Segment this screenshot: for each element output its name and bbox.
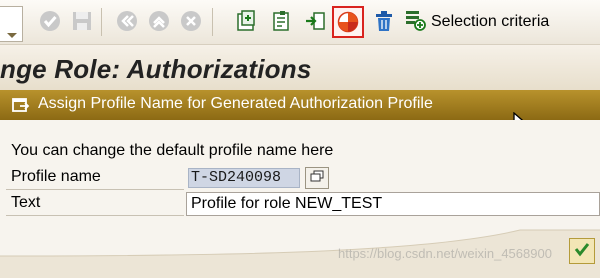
profile-name-field[interactable]: T-SD240098 — [188, 168, 300, 188]
save-icon[interactable] — [69, 7, 95, 35]
selection-criteria-button[interactable]: Selection criteria — [405, 10, 549, 34]
text-field[interactable]: Profile for role NEW_TEST — [186, 192, 600, 216]
dialog-window-icon — [12, 97, 30, 118]
delete-icon[interactable] — [371, 7, 397, 35]
text-row: Text Profile for role NEW_TEST — [0, 192, 600, 216]
check-icon[interactable] — [37, 7, 63, 35]
copy-icon — [310, 169, 324, 187]
dialog-header[interactable]: Assign Profile Name for Generated Author… — [0, 90, 600, 137]
check-icon — [573, 240, 591, 263]
change-node-icon[interactable] — [268, 7, 294, 35]
dialog-title: Assign Profile Name for Generated Author… — [38, 95, 433, 112]
profile-name-label: Profile name — [11, 168, 101, 185]
assign-profile-dialog: Assign Profile Name for Generated Author… — [0, 90, 600, 278]
create-node-icon[interactable] — [233, 7, 259, 35]
watermark-text: https://blog.csdn.net/weixin_4568900 — [338, 246, 552, 261]
menu-tab-icon[interactable] — [0, 6, 23, 42]
page-title: nge Role: Authorizations — [0, 54, 312, 84]
selection-criteria-label: Selection criteria — [431, 13, 550, 30]
dialog-body: You can change the default profile name … — [0, 120, 600, 278]
cancel-icon[interactable] — [178, 7, 204, 35]
text-label: Text — [11, 194, 41, 211]
info-text: You can change the default profile name … — [11, 142, 334, 159]
toolbar: Selection criteria — [0, 0, 600, 44]
exit-icon[interactable] — [146, 7, 172, 35]
copy-button[interactable] — [305, 167, 329, 189]
back-icon[interactable] — [114, 7, 140, 35]
profile-name-row: Profile name T-SD240098 — [0, 166, 600, 190]
title-bar: nge Role: Authorizations — [0, 44, 600, 91]
transfer-icon[interactable] — [302, 7, 328, 35]
selection-criteria-icon — [405, 9, 427, 36]
profile-status-icon[interactable] — [332, 6, 364, 38]
confirm-button[interactable] — [569, 238, 595, 264]
